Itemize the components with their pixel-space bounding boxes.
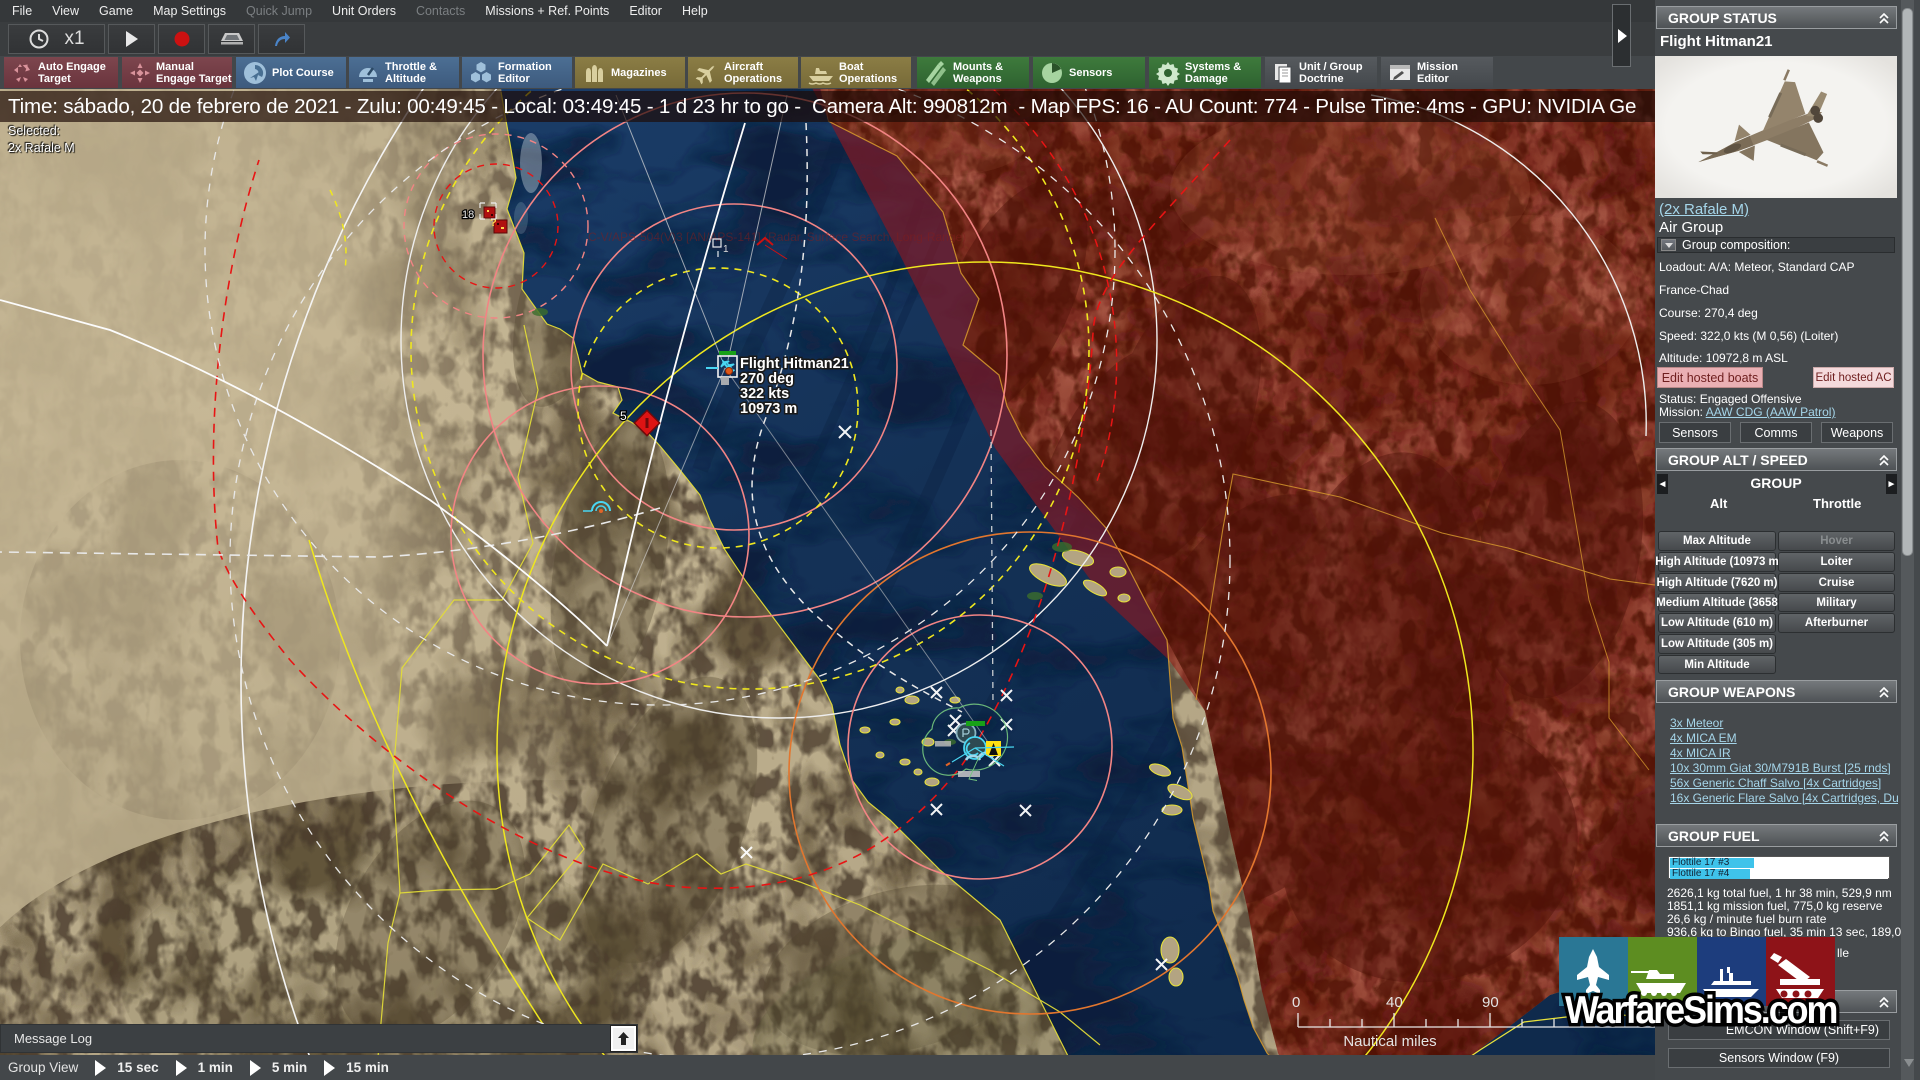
- svg-text:C-V/APS-504(V)3 [AN/APS-141] (: C-V/APS-504(V)3 [AN/APS-141] (Radar, Sur…: [588, 230, 966, 244]
- svg-text:90: 90: [1482, 994, 1499, 1011]
- svg-text:1: 1: [723, 244, 729, 255]
- svg-text:0: 0: [1292, 994, 1300, 1011]
- svg-text:270 deg: 270 deg: [740, 371, 794, 387]
- svg-text:Nautical miles: Nautical miles: [1343, 1033, 1436, 1050]
- svg-text:322 kts: 322 kts: [740, 386, 789, 402]
- svg-text:40: 40: [1386, 994, 1403, 1011]
- svg-text:18: 18: [462, 209, 474, 221]
- svg-text:5: 5: [620, 409, 627, 423]
- svg-text:Flight Hitman21: Flight Hitman21: [740, 356, 849, 372]
- svg-text:10973 m: 10973 m: [740, 401, 797, 417]
